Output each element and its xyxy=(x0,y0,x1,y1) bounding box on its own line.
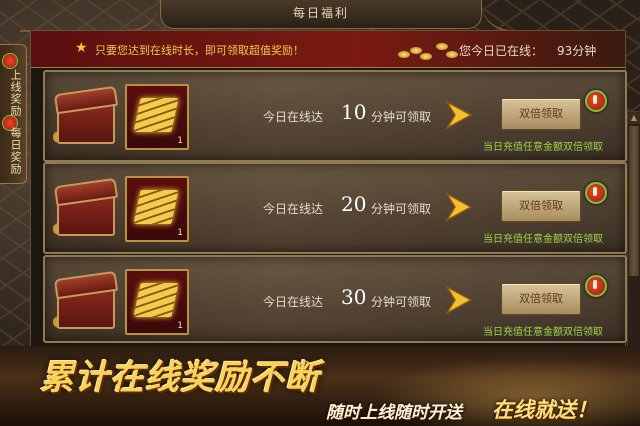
star-icon: ★ xyxy=(75,40,88,56)
item-slot-gold-bars[interactable]: 1 xyxy=(125,269,189,335)
notification-icon xyxy=(585,182,607,204)
reward-condition-suffix: 分钟可领取 xyxy=(371,295,432,309)
ornament-right xyxy=(480,0,620,32)
promo-headline: 累计在线奖励不断 xyxy=(40,358,320,398)
reward-condition-suffix: 分钟可领取 xyxy=(371,202,432,216)
double-claim-button[interactable]: 双倍领取 xyxy=(501,283,581,315)
reward-minutes: 20 xyxy=(341,192,367,216)
recharge-note: 当日充值任意金额双倍领取 xyxy=(483,234,603,245)
scroll-up-icon[interactable]: ▲ xyxy=(628,112,640,124)
recharge-note: 当日充值任意金额双倍领取 xyxy=(483,327,603,338)
promo-subtitle: 随时上线随时开送 xyxy=(326,403,462,423)
notification-icon xyxy=(585,90,607,112)
arrow-right-icon xyxy=(444,100,473,130)
side-tab-label-daily[interactable]: 每日奖励 xyxy=(7,127,23,175)
treasure-chest-icon xyxy=(53,85,119,146)
arrow-right-icon xyxy=(444,192,473,222)
reward-condition-suffix: 分钟可领取 xyxy=(371,110,432,124)
info-banner: ★ 只要您达到在线时长，即可领取超值奖励！ 您今日已在线： 93分钟 xyxy=(31,31,625,68)
promo-tagline: 在线就送！ xyxy=(492,398,597,422)
double-claim-button[interactable]: 双倍领取 xyxy=(501,98,581,130)
reward-row: 1 今日在线达 10 分钟可领取 双倍领取 当日充值任意金额双倍领取 xyxy=(43,70,627,162)
item-count: 1 xyxy=(177,321,183,331)
item-count: 1 xyxy=(177,136,183,146)
scrollbar[interactable]: ▲ xyxy=(627,111,640,377)
reward-condition-prefix: 今日在线达 xyxy=(263,110,324,124)
ornament-left xyxy=(20,0,160,32)
gold-bars-icon xyxy=(133,98,179,132)
reward-condition-prefix: 今日在线达 xyxy=(263,202,324,216)
treasure-chest-icon xyxy=(53,270,119,331)
item-slot-gold-bars[interactable]: 1 xyxy=(125,84,189,150)
online-time-value: 93分钟 xyxy=(557,44,597,58)
gold-coins-icon xyxy=(396,37,458,63)
window-title: 每日福利 xyxy=(160,0,482,29)
reward-minutes: 30 xyxy=(341,285,367,309)
notification-icon xyxy=(2,53,18,69)
treasure-chest-icon xyxy=(53,177,119,238)
gold-bars-icon xyxy=(133,283,179,317)
banner-text: 只要您达到在线时长，即可领取超值奖励！ xyxy=(95,44,304,57)
side-tab-label-online[interactable]: 上线奖励 xyxy=(7,69,23,117)
arrow-right-icon xyxy=(444,285,473,315)
reward-row: 1 今日在线达 20 分钟可领取 双倍领取 当日充值任意金额双倍领取 xyxy=(43,162,627,254)
reward-row: 1 今日在线达 30 分钟可领取 双倍领取 当日充值任意金额双倍领取 xyxy=(43,255,627,343)
reward-minutes: 10 xyxy=(341,100,367,124)
double-claim-button[interactable]: 双倍领取 xyxy=(501,190,581,222)
recharge-note: 当日充值任意金额双倍领取 xyxy=(483,142,603,153)
item-slot-gold-bars[interactable]: 1 xyxy=(125,176,189,242)
online-time-label: 您今日已在线： xyxy=(459,44,544,58)
gold-bars-icon xyxy=(133,190,179,224)
scroll-thumb[interactable] xyxy=(629,126,639,276)
reward-condition-prefix: 今日在线达 xyxy=(263,295,324,309)
item-count: 1 xyxy=(177,228,183,238)
notification-icon xyxy=(585,275,607,297)
side-tab-rewards[interactable]: 上线奖励 每日奖励 xyxy=(0,44,27,184)
